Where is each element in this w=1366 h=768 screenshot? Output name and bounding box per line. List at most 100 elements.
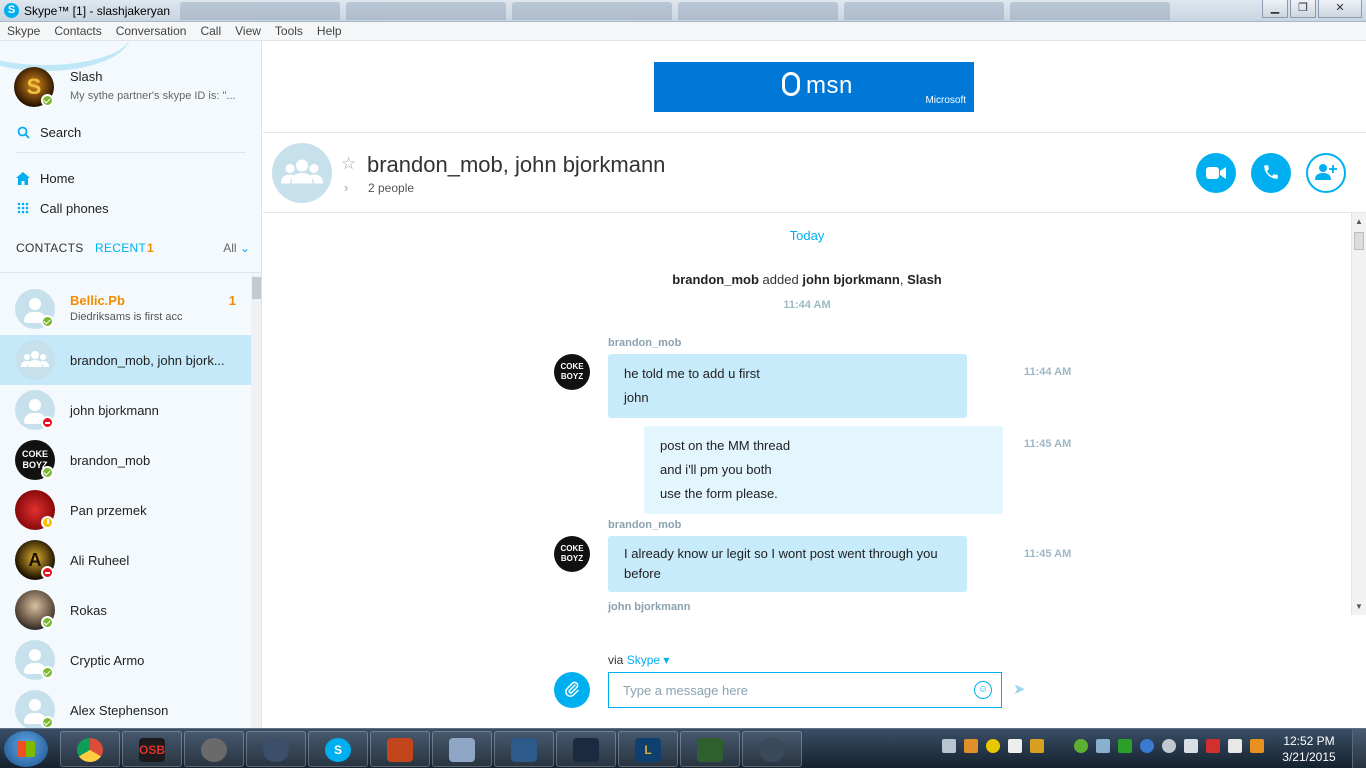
flag-icon[interactable]	[1228, 739, 1242, 753]
attach-button[interactable]	[554, 672, 590, 708]
group-avatar[interactable]	[272, 143, 332, 203]
list-item[interactable]: Pan przemek	[0, 485, 251, 535]
menu-help[interactable]: Help	[317, 22, 342, 40]
home-label: Home	[40, 171, 75, 186]
profile-mood[interactable]: My sythe partner's skype ID is: "...	[70, 90, 236, 102]
taskbar-app-8[interactable]	[494, 731, 554, 767]
taskbar-app-11[interactable]	[680, 731, 740, 767]
scroll-up-arrow-icon[interactable]: ▲	[1355, 217, 1363, 226]
microsoft-label: Microsoft	[925, 95, 966, 106]
taskbar-app-6[interactable]	[370, 731, 430, 767]
sidebar-item-call-phones[interactable]: Call phones	[16, 201, 109, 216]
clock[interactable]: 12:52 PM 3/21/2015	[1274, 733, 1344, 765]
tray-icon[interactable]	[1118, 739, 1132, 753]
menu-tools[interactable]: Tools	[275, 22, 303, 40]
list-item[interactable]: Rokas	[0, 585, 251, 635]
taskbar-app-3[interactable]	[184, 731, 244, 767]
emoji-icon[interactable]: ☺	[974, 681, 992, 699]
tray-icon[interactable]	[1008, 739, 1022, 753]
search-label: Search	[40, 125, 82, 140]
maximize-button[interactable]: ❐	[1290, 0, 1316, 18]
list-item[interactable]: Cryptic Armo	[0, 635, 251, 685]
utorrent-icon[interactable]	[1074, 739, 1088, 753]
contact-name: Alex Stephenson	[70, 703, 169, 718]
search-button[interactable]: Search	[16, 125, 81, 140]
contact-name: Bellic.Pb	[70, 293, 125, 308]
tray-icon[interactable]	[1096, 739, 1110, 753]
title-bar: S Skype™ [1] - slashjakeryan ▁ ❐ ✕	[0, 0, 1366, 22]
clock-time: 12:52 PM	[1283, 734, 1335, 748]
menu-conversation[interactable]: Conversation	[116, 22, 187, 40]
volume-icon[interactable]	[1184, 739, 1198, 753]
sidebar-item-home[interactable]: Home	[16, 171, 75, 186]
add-people-button[interactable]	[1306, 153, 1346, 193]
filter-dropdown[interactable]: All ⌄	[223, 241, 250, 255]
taskbar-app-4[interactable]	[246, 731, 306, 767]
scrollbar-thumb[interactable]	[1354, 232, 1364, 250]
sender-name: john bjorkmann	[608, 601, 691, 613]
audio-call-button[interactable]	[1251, 153, 1291, 193]
via-selector[interactable]: via Skype ▾	[608, 653, 669, 667]
scroll-down-arrow-icon[interactable]: ▼	[1355, 602, 1363, 611]
menu-contacts[interactable]: Contacts	[54, 22, 101, 40]
tray-icon[interactable]	[1030, 739, 1044, 753]
online-status-icon	[41, 716, 54, 728]
message-input[interactable]	[623, 681, 963, 699]
avatar: COKE BOYZ	[554, 354, 590, 390]
list-item[interactable]: COKE BOYZ brandon_mob	[0, 435, 251, 485]
tab-recent[interactable]: RECENT	[95, 241, 146, 255]
taskbar-apps: OSB S L	[60, 731, 802, 767]
tray-icon[interactable]	[964, 739, 978, 753]
menu-view[interactable]: View	[235, 22, 261, 40]
list-item[interactable]: john bjorkmann	[0, 385, 251, 435]
show-desktop-button[interactable]	[1352, 729, 1366, 768]
taskbar-app-12[interactable]	[742, 731, 802, 767]
start-button[interactable]	[4, 731, 48, 767]
list-item[interactable]: Bellic.Pb Diedriksams is first acc 1	[0, 275, 251, 335]
list-item[interactable]: brandon_mob, john bjork...	[0, 335, 251, 385]
star-icon[interactable]: ☆	[341, 154, 356, 174]
ad-banner[interactable]: msn Microsoft	[654, 62, 974, 112]
message-bubble[interactable]: he told me to add u first john	[608, 354, 967, 418]
participants-count[interactable]: 2 people	[368, 181, 414, 195]
menu-skype[interactable]: Skype	[7, 22, 40, 40]
app-icon	[759, 738, 785, 762]
scrollbar-thumb[interactable]	[252, 277, 261, 299]
message-bubble[interactable]: post on the MM thread and i'll pm you bo…	[644, 426, 1003, 514]
taskbar-app-skype[interactable]: S	[308, 731, 368, 767]
filter-label: All	[223, 241, 237, 255]
recent-list: Bellic.Pb Diedriksams is first acc 1 bra…	[0, 275, 251, 728]
chevron-right-icon[interactable]: ›	[344, 180, 348, 195]
tray-icon[interactable]	[1206, 739, 1220, 753]
tray-icon[interactable]	[1250, 739, 1264, 753]
send-icon[interactable]: ➤	[1013, 680, 1026, 698]
tray-icon[interactable]	[1162, 739, 1176, 753]
message-scrollbar[interactable]: ▲ ▼	[1351, 213, 1366, 615]
video-call-button[interactable]	[1196, 153, 1236, 193]
message-compose[interactable]: ☺	[608, 672, 1002, 708]
list-item[interactable]: A Ali Ruheel	[0, 535, 251, 585]
close-button[interactable]: ✕	[1318, 0, 1362, 18]
tray-icon[interactable]	[1140, 739, 1154, 753]
tray-icon[interactable]	[1052, 739, 1066, 753]
tray-icon[interactable]	[986, 739, 1000, 753]
taskbar-app-osbuddy[interactable]: OSB	[122, 731, 182, 767]
profile[interactable]: S Slash My sythe partner's skype ID is: …	[14, 67, 254, 109]
recent-unread-badge: 1	[147, 241, 154, 255]
timestamp: 11:45 AM	[1024, 548, 1072, 560]
tab-contacts[interactable]: CONTACTS	[16, 241, 84, 255]
taskbar-app-calculator[interactable]	[432, 731, 492, 767]
video-call-icon	[1206, 163, 1226, 182]
taskbar-app-chrome[interactable]	[60, 731, 120, 767]
contact-mood: Diedriksams is first acc	[70, 311, 183, 323]
background-windows	[180, 2, 1170, 20]
signal-icon[interactable]	[942, 739, 956, 753]
message-bubble[interactable]: I already know ur legit so I wont post w…	[608, 536, 967, 592]
list-item[interactable]: Alex Stephenson	[0, 685, 251, 728]
minimize-button[interactable]: ▁	[1262, 0, 1288, 18]
divider	[0, 272, 261, 273]
contacts-scrollbar[interactable]	[251, 275, 261, 728]
menu-call[interactable]: Call	[200, 22, 221, 40]
taskbar-app-league[interactable]: L	[618, 731, 678, 767]
taskbar-app-9[interactable]	[556, 731, 616, 767]
